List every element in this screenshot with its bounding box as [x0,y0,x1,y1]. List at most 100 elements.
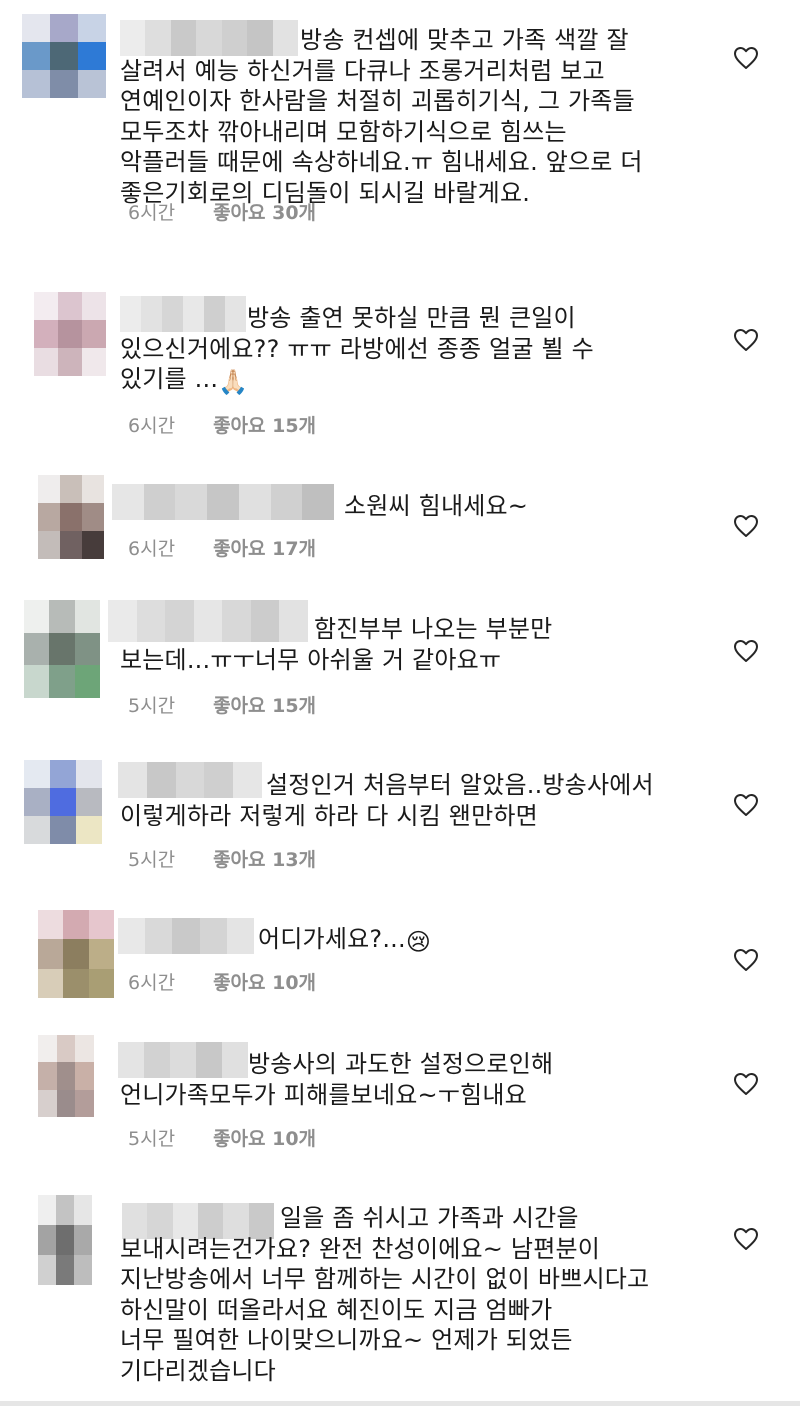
likes-count-link[interactable]: 좋아요 30개 [213,198,316,225]
avatar-pixel [78,70,106,98]
heart-outline-icon[interactable] [733,948,759,972]
avatar-pixel [74,600,100,633]
avatar-pixel [74,1225,92,1255]
avatar[interactable] [38,910,114,998]
comment-text-line: 언니가족모두가 피해를보네요~ㅜ힘내요 [120,1080,527,1109]
avatar-pixel [58,320,82,348]
username-pixel [172,918,200,954]
likes-count-link[interactable]: 좋아요 17개 [213,534,316,561]
comment-text-line: 기다리겠습니다 [120,1356,276,1385]
avatar-pixel [56,1035,76,1063]
comment-text-line: 보는데...ㅠㅜ너무 아쉬울 거 같아요ㅠ [120,645,502,674]
heart-outline-icon[interactable] [733,1227,759,1251]
username-pixel [272,20,298,56]
comment-text-line: 있으신거에요?? ㅠㅠ 라방에선 종종 얼굴 뵐 수 [120,334,594,363]
comment-meta: 6시간 좋아요 17개 [128,534,316,561]
avatar-pixel [56,1225,74,1255]
avatar-pixel [75,1089,94,1117]
avatar-pixel [75,1035,94,1063]
avatar-pixel [24,665,50,698]
likes-count-link[interactable]: 좋아요 15개 [213,411,316,438]
likes-count-link[interactable]: 좋아요 13개 [213,845,316,872]
username-pixel [233,762,262,798]
avatar-pixel [88,939,114,969]
likes-count-link[interactable]: 좋아요 10개 [213,968,316,995]
likes-count-link[interactable]: 좋아요 15개 [213,691,316,718]
username-blurred[interactable] [120,20,298,56]
avatar-pixel [38,910,64,940]
comment-text-line: 일을 좀 쉬시고 가족과 시간을 [280,1204,579,1232]
avatar-pixel [50,42,78,70]
comment-text-line: 소원씨 힘내세요~ [344,492,529,520]
avatar-pixel [58,348,82,376]
comment-text-line: 살려서 예능 하신거를 다큐나 조롱거리처럼 보고 [120,56,605,85]
comment-text-line: 방송 출연 못하실 만큼 뭔 큰일이 [247,304,576,332]
username-pixel [238,484,271,520]
avatar[interactable] [24,760,102,844]
comment-text-line: 연예인이자 한사람을 처절히 괴롭히기식, 그 가족들 [120,87,635,115]
avatar-pixel [38,1255,56,1285]
heart-outline-icon[interactable] [733,328,759,352]
avatar-pixel [63,910,89,940]
comment-text-line: 하신말이 떠올라서요 혜진이도 지금 엄빠가 [120,1295,553,1324]
username-pixel [143,484,176,520]
avatar-pixel [34,292,58,320]
heart-outline-icon[interactable] [733,46,759,70]
comment-text-line: 방송 컨셉에 맞추고 가족 색깔 잘 [300,26,629,54]
avatar-pixel [38,1062,57,1090]
avatar-pixel [50,14,78,42]
avatar-pixel [82,292,106,320]
username-pixel [146,762,176,798]
avatar-pixel [76,760,102,788]
username-pixel [170,20,197,56]
avatar-pixel [82,348,106,376]
username-pixel [250,600,280,642]
avatar-pixel [88,910,114,940]
username-pixel [118,762,147,798]
comment-meta: 6시간 좋아요 15개 [128,411,316,438]
heart-outline-icon[interactable] [733,1072,759,1096]
username-blurred[interactable] [118,918,254,954]
username-blurred[interactable] [118,1042,248,1078]
avatar-pixel [22,14,50,42]
emoji-icon: 😢 [405,928,432,956]
timestamp: 6시간 [128,972,176,994]
comment-text-line: 설정인거 처음부터 알았음..방송사에서 [266,771,654,799]
timestamp: 6시간 [128,415,176,437]
username-pixel [136,600,166,642]
avatar-pixel [50,788,76,816]
avatar-pixel [56,1089,76,1117]
avatar-pixel [74,1255,92,1285]
username-blurred[interactable] [120,296,246,332]
comment-meta: 5시간 좋아요 10개 [128,1124,316,1151]
timestamp: 6시간 [128,538,176,560]
avatar[interactable] [38,1195,92,1285]
avatar-pixel [38,503,60,531]
avatar[interactable] [38,475,104,559]
avatar-pixel [22,70,50,98]
avatar-pixel [49,665,75,698]
avatar-pixel [74,632,100,666]
username-pixel [222,1042,248,1078]
comment-text-line: 모두조차 깎아내리며 모함하기식으로 힘쓰는 [120,117,567,146]
emoji-icon: 🙏🏻 [218,368,249,396]
comment-text-line: 지난방송에서 너무 함께하는 시간이 없이 바쁘시다고 [120,1265,650,1293]
avatar[interactable] [34,292,106,376]
avatar-pixel [60,503,82,531]
username-pixel [279,600,308,642]
heart-outline-icon[interactable] [733,793,759,817]
username-blurred[interactable] [112,484,334,520]
comment-text-line: 보내시려는건가요? 완전 찬성이에요~ 남편분이 [120,1234,601,1263]
likes-count-link[interactable]: 좋아요 10개 [213,1124,316,1151]
username-blurred[interactable] [118,762,262,798]
timestamp: 5시간 [128,695,176,717]
heart-outline-icon[interactable] [733,514,759,538]
avatar[interactable] [38,1035,94,1117]
avatar[interactable] [22,14,106,98]
heart-outline-icon[interactable] [733,639,759,663]
comment-meta: 6시간 좋아요 10개 [128,968,316,995]
avatar-pixel [82,475,104,503]
avatar[interactable] [24,600,100,698]
username-pixel [175,762,205,798]
username-blurred[interactable] [108,600,308,642]
